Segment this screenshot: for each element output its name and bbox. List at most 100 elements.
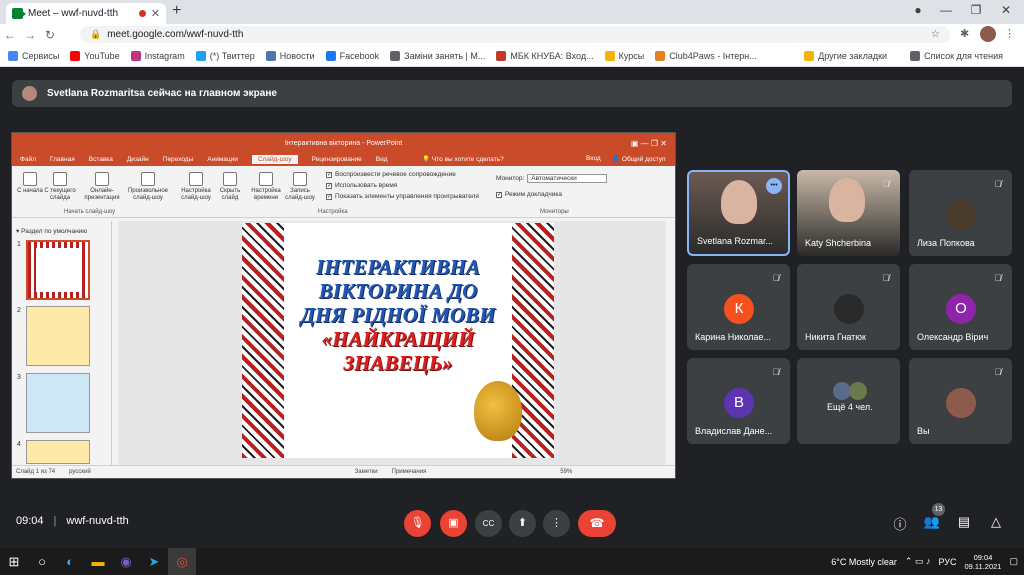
chrome-icon[interactable]: ◎ [168,548,196,575]
participant-tile[interactable]: 🎙̸ Никита Гнатюк [797,264,900,350]
meeting-details[interactable]: 09:04 | wwf-nuvd-tth [16,515,129,527]
mic-off-icon: 🎙̸ [994,179,1002,189]
ppt-group-setup: Настройка [318,209,348,215]
participant-tile[interactable]: 🎙̸ Вы [909,358,1012,444]
mic-off-button[interactable]: 🎙 [404,510,431,537]
bookmark-icon [325,50,336,61]
ppt-tell-me: 💡 Что вы хотите сделать? [422,156,504,163]
ppt-tab: Переходы [162,156,194,163]
bookmark-item[interactable]: Instagram [130,50,185,61]
ppt-tab: Файл [20,156,36,163]
ppt-tab: Рецензирование [311,156,362,163]
close-icon[interactable]: ✕ [151,7,160,20]
address-bar[interactable]: 🔒 meet.google.com/wwf-nuvd-tth ☆ [80,26,950,43]
bookmark-icon [604,50,615,61]
ppt-hide-slide-button: Скрыть слайд [212,172,248,202]
menu-icon[interactable]: ⋮ [1004,27,1015,40]
participant-name: Лиза Попкова [917,238,975,248]
ppt-check-controls: ✓ Показать элементы управления проигрыват… [326,193,479,200]
participant-tile[interactable]: К 🎙̸ Карина Николае... [687,264,790,350]
extensions-icon[interactable]: ✱ [960,27,969,40]
new-tab-icon[interactable]: + [172,2,181,20]
forward-icon[interactable]: → [20,28,40,42]
ppt-slide-canvas: ІНТЕРАКТИВНА ВІКТОРИНА ДО ДНЯ РІДНОЇ МОВ… [118,221,666,465]
participant-video [721,180,757,224]
other-bookmarks[interactable]: Другие закладки [804,51,887,61]
profile-avatar[interactable] [980,26,996,42]
participant-video [829,178,865,222]
activities-icon[interactable]: △ [986,514,1006,530]
search-icon[interactable]: ○ [28,548,56,575]
ppt-custom-show-button: Произвольное слайд-шоу [126,172,170,202]
participant-name: Ещё 4 чел. [827,402,873,412]
participant-tile[interactable]: Ещё 4 чел. [797,358,900,444]
bookmarks-bar: Сервисы YouTube Instagram (*) Твиттер Новост… [0,45,1024,67]
mic-off-icon: 🎙̸ [994,367,1002,377]
bookmark-icon [70,50,81,61]
participant-name: Katy Shcherbina [805,238,872,248]
notification-icon[interactable]: ▢ [1009,556,1018,567]
avatar: В [724,388,754,418]
tray-icons[interactable]: ⌃ ▭ ♪ [905,556,931,567]
ppt-tab: Дизайн [126,156,149,163]
close-window-icon[interactable]: ✕ [996,3,1016,17]
back-icon[interactable]: ← [0,28,20,42]
meeting-time: 09:04 [16,515,44,527]
camera-off-button[interactable]: ▣ [440,510,467,537]
ppt-group-monitors: Мониторы [540,209,569,215]
embroidery-ornament [242,223,284,458]
more-options-button[interactable]: ⋮ [543,510,570,537]
bookmark-item[interactable]: (*) Твиттер [195,50,255,61]
bookmark-item[interactable]: Заміни занять | М... [390,50,485,61]
bookmark-item[interactable]: Club4Paws - Інтерн... [655,50,757,61]
star-icon[interactable]: ☆ [931,29,940,40]
ppt-group-start: Начать слайд-шоу [64,209,116,215]
bookmark-item[interactable]: Курсы [604,50,644,61]
chat-icon[interactable]: ▤ [954,514,974,530]
avatar [946,388,976,418]
reload-icon[interactable]: ↻ [40,28,60,42]
reading-list[interactable]: Список для чтения [910,51,1003,61]
ppt-check-timings: ✓ Использовать время [326,182,398,189]
windows-start-icon[interactable]: ⊞ [0,548,28,575]
maximize-icon[interactable]: ❐ [966,3,986,17]
bookmark-item[interactable]: Новости [265,50,315,61]
ppt-from-current-button: С текущего слайда [42,172,78,202]
ppt-tab: Вставка [88,156,113,163]
weather-widget[interactable]: 6°C Mostly clear [831,557,897,567]
bookmark-item[interactable]: Сервисы [8,50,59,61]
leave-call-button[interactable]: ☎ [578,510,616,537]
participant-tile[interactable]: В 🎙̸ Владислав Дане... [687,358,790,444]
info-icon[interactable]: ⓘ [890,514,910,533]
captions-button[interactable]: CC [475,510,502,537]
more-options-icon[interactable]: ••• [766,178,782,194]
file-explorer-icon[interactable]: ▬ [84,548,112,575]
participant-tile[interactable]: ••• Svetlana Rozmar... [687,170,790,256]
browser-tab[interactable]: Meet – wwf-nuvd-tth ✕ [6,3,166,24]
telegram-icon[interactable]: ➤ [140,548,168,575]
ppt-presenter-view: ✓ Режим докладчика [496,191,562,198]
bookmark-item[interactable]: МБК КНУБА: Вход... [496,50,594,61]
bookmark-item[interactable]: Facebook [325,50,379,61]
input-language[interactable]: РУС [938,557,956,567]
avatar [849,382,867,400]
participant-tile[interactable]: 🎙̸ Лиза Попкова [909,170,1012,256]
ppt-monitor-label: Монитор: Автоматически [496,174,608,183]
participant-tile[interactable]: О 🎙̸ Олександр Вірич [909,264,1012,350]
bookmark-item[interactable]: YouTube [70,50,120,61]
edge-icon[interactable]: ◐ [56,548,84,575]
people-icon[interactable]: 👥 [922,514,942,530]
participant-tile[interactable]: 🎙̸ Katy Shcherbina [797,170,900,256]
system-clock[interactable]: 09:04 09.11.2021 [965,553,1002,571]
viber-icon[interactable]: ◉ [112,548,140,575]
mic-off-icon: 🎙̸ [772,367,780,377]
avatar: К [724,294,754,324]
ppt-setup-button: Настройка слайд-шоу [178,172,214,202]
tab-search-icon[interactable]: ● [908,3,928,17]
ppt-section-label: ▾ Раздел по умолчанию [16,228,88,235]
minimize-icon[interactable]: — [936,3,956,17]
ppt-title-bar: Інтерактивна вікторина - PowerPoint ▣ — … [12,133,675,153]
participant-name: Никита Гнатюк [805,332,866,342]
present-button[interactable]: ⬆ [509,510,536,537]
bookmark-icon [655,50,666,61]
